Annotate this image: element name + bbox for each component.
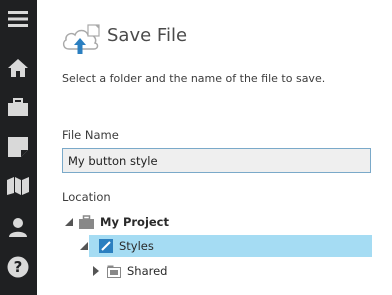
tree-node-label: My Project bbox=[100, 215, 169, 229]
save-file-panel: Save File Select a folder and the name o… bbox=[37, 0, 392, 295]
tree-node-label: Styles bbox=[119, 239, 154, 253]
tree-node-shared[interactable]: Shared bbox=[89, 260, 372, 282]
file-name-field[interactable] bbox=[62, 148, 371, 173]
briefcase-icon bbox=[79, 215, 94, 229]
help-icon[interactable]: ? bbox=[5, 254, 31, 280]
collapsed-triangle-icon[interactable] bbox=[89, 264, 103, 278]
tree-node-styles[interactable]: Styles bbox=[80, 235, 372, 257]
user-icon[interactable] bbox=[5, 214, 31, 240]
location-label: Location bbox=[62, 190, 111, 204]
home-icon[interactable] bbox=[5, 55, 31, 81]
styles-folder-icon bbox=[99, 239, 113, 253]
sidebar: ? bbox=[0, 0, 37, 295]
page-title: Save File bbox=[107, 25, 188, 46]
cloud-upload-icon bbox=[61, 22, 103, 56]
map-icon[interactable] bbox=[5, 173, 31, 199]
hamburger-menu-icon[interactable] bbox=[5, 6, 31, 32]
expanded-triangle-icon[interactable] bbox=[62, 215, 76, 229]
note-icon[interactable] bbox=[5, 134, 31, 160]
tree-node-label: Shared bbox=[127, 264, 168, 278]
tree-node-my-project[interactable]: My Project bbox=[62, 211, 372, 233]
file-name-label: File Name bbox=[62, 128, 119, 142]
page-subtitle: Select a folder and the name of the file… bbox=[62, 72, 326, 85]
briefcase-icon[interactable] bbox=[5, 94, 31, 120]
expanded-triangle-icon[interactable] bbox=[77, 239, 91, 253]
folder-icon bbox=[107, 265, 121, 278]
svg-text:?: ? bbox=[14, 258, 23, 276]
